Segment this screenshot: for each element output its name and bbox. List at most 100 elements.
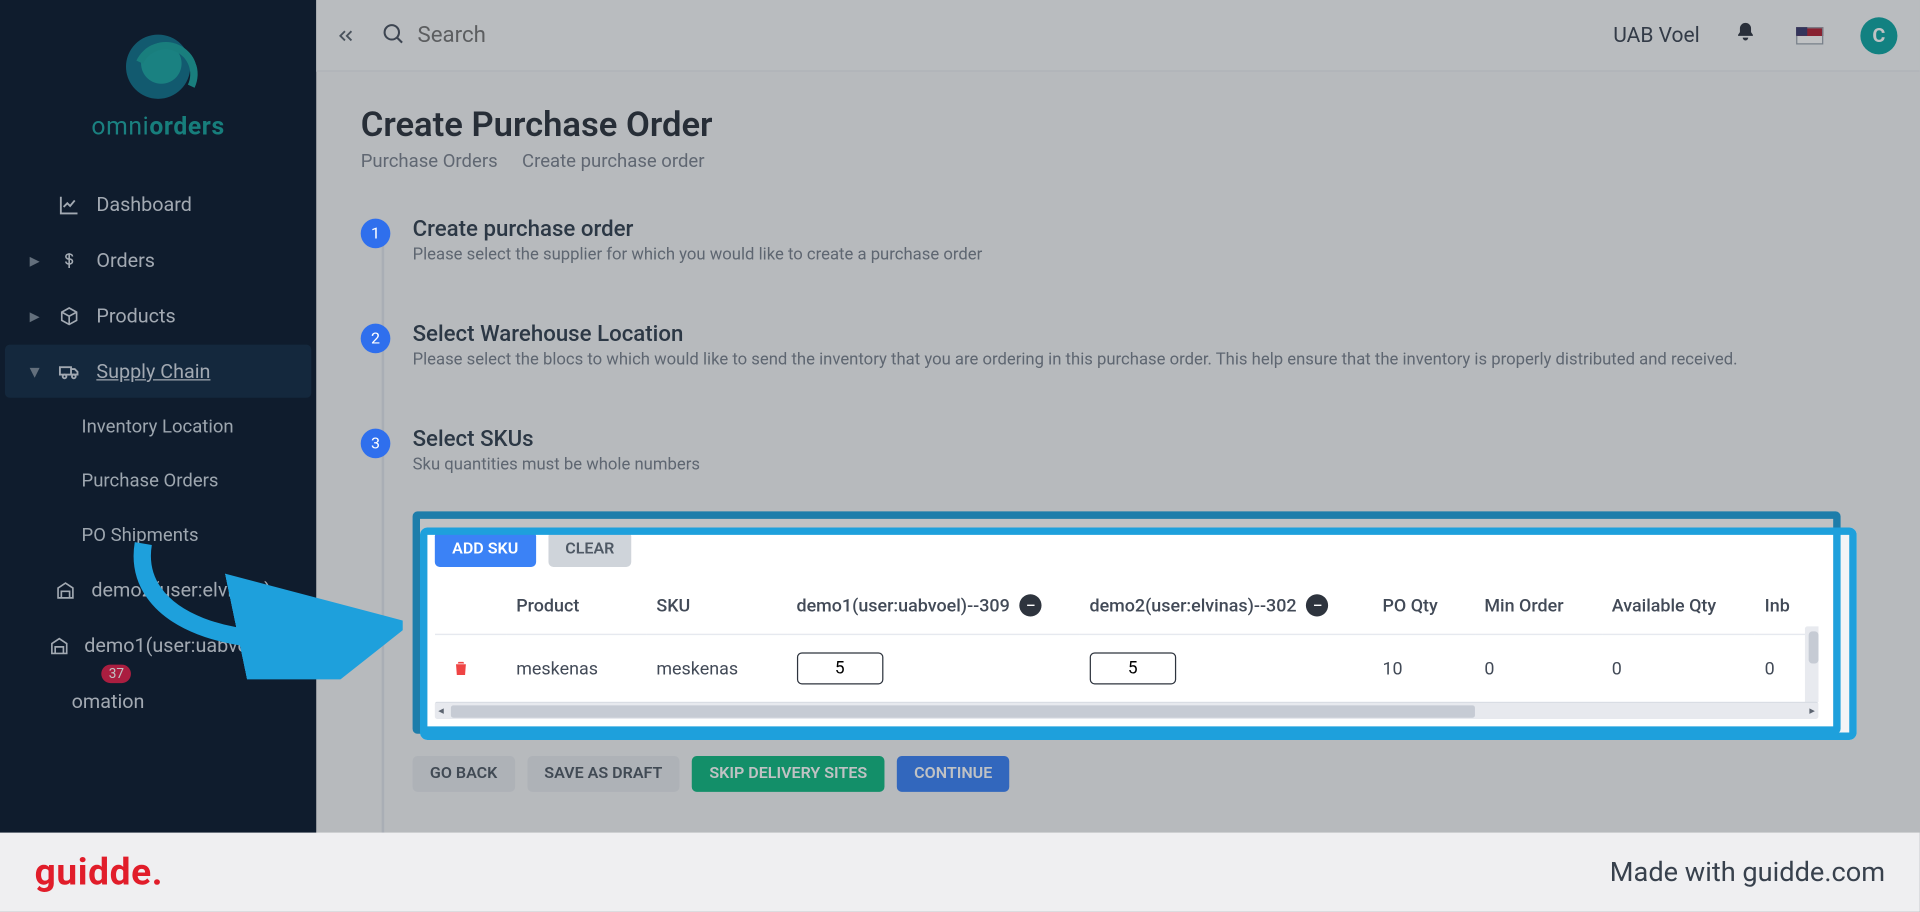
cell-poqty: 10 [1372, 634, 1474, 701]
sidebar-item-supply-chain[interactable]: ▾ Supply Chain [5, 345, 311, 398]
brand-text: omniorders [91, 111, 224, 141]
cell-sku: meskenas [646, 634, 786, 701]
th-delete [435, 577, 506, 634]
continue-button[interactable]: CONTINUE [897, 756, 1010, 792]
page-title: Create Purchase Order [361, 104, 1875, 145]
stepper: 1 Create purchase order Please select th… [361, 216, 1875, 840]
th-loc2: demo2(user:elvinas)--302– [1079, 577, 1372, 634]
sidebar-item-label: Dashboard [96, 193, 192, 216]
sidebar-item-label: omation [72, 689, 145, 712]
sku-table-scroll[interactable]: Product SKU demo1(user:uabvoel)--309– de… [435, 577, 1819, 702]
step-body: Select SKUs Sku quantities must be whole… [413, 426, 1876, 792]
sku-table-card: ADD SKU CLEAR [413, 512, 1841, 734]
sidebar-item-label: Inventory Location [82, 415, 234, 437]
go-back-button[interactable]: GO BACK [413, 756, 515, 792]
locale-flag-icon[interactable] [1796, 27, 1823, 44]
sidebar-item-demo2[interactable]: demo2(user:elvinas)... [5, 563, 311, 616]
delete-row-button[interactable] [445, 652, 477, 684]
main: UAB Voel C Create Purchase Order Purchas… [316, 0, 1919, 840]
breadcrumb-item[interactable]: Purchase Orders [361, 150, 498, 172]
step-number: 2 [361, 324, 391, 354]
table-row: meskenas meskenas 10 0 0 0 [435, 634, 1819, 701]
step-title: Select SKUs [413, 426, 1876, 452]
page-content: Create Purchase Order Purchase Orders Cr… [316, 72, 1919, 840]
step-2: 2 Select Warehouse Location Please selec… [361, 321, 1875, 369]
chart-line-icon [57, 193, 82, 215]
sidebar-collapse-button[interactable] [326, 15, 366, 55]
user-avatar[interactable]: C [1860, 17, 1897, 54]
th-loc1: demo1(user:uabvoel)--309– [786, 577, 1079, 634]
caret-right-icon: ▸ [30, 304, 42, 327]
horizontal-scrollbar[interactable]: ◂ ▸ [435, 702, 1819, 719]
sidebar-item-label: PO Shipments [82, 524, 199, 546]
remove-column-icon[interactable]: – [1306, 594, 1328, 616]
th-minorder: Min Order [1474, 577, 1601, 634]
sidebar-item-demo1[interactable]: demo1(user:uabvoel)... [5, 619, 311, 672]
dot-icon: . [152, 851, 163, 894]
step-text: Create purchase order Please select the … [413, 216, 983, 264]
wizard-actions: GO BACK SAVE AS DRAFT SKIP DELIVERY SITE… [413, 756, 1876, 792]
breadcrumb-item: Create purchase order [522, 150, 704, 172]
guidde-logo: guidde. [35, 851, 164, 894]
notifications-button[interactable] [1734, 21, 1756, 49]
step-3: 3 Select SKUs Sku quantities must be who… [361, 426, 1875, 792]
caret-down-icon: ▾ [30, 359, 42, 382]
sidebar-item-label: Supply Chain [96, 359, 210, 382]
warehouse-icon [50, 636, 70, 656]
warehouse-icon [55, 580, 76, 600]
scroll-right-icon[interactable]: ▸ [1805, 703, 1820, 720]
sidebar-item-label: demo1(user:uabvoel)... [84, 634, 286, 657]
step-1: 1 Create purchase order Please select th… [361, 216, 1875, 264]
made-with-text: Made with guidde.com [1610, 857, 1885, 888]
brand-logo-icon [126, 35, 190, 99]
guidde-footer: guidde. Made with guidde.com [0, 833, 1920, 912]
sidebar-sub-po-shipments[interactable]: PO Shipments [5, 509, 311, 561]
sidebar-item-automation[interactable]: omation 37 [5, 674, 311, 727]
step-title: Select Warehouse Location [413, 321, 1738, 347]
skip-delivery-button[interactable]: SKIP DELIVERY SITES [692, 756, 884, 792]
guidde-brand-text: guidde [35, 851, 152, 894]
step-subtitle: Please select the supplier for which you… [413, 245, 983, 265]
cell-minorder: 0 [1474, 634, 1601, 701]
sidebar-item-products[interactable]: ▸ Products [5, 289, 311, 342]
dollar-icon [57, 250, 82, 270]
qty-input-loc2[interactable] [1089, 652, 1175, 684]
sidebar-sub-inventory-location[interactable]: Inventory Location [5, 400, 311, 452]
th-label: demo1(user:uabvoel)--309 [796, 595, 1009, 616]
scroll-thumb[interactable] [451, 705, 1475, 717]
step-number: 1 [361, 219, 391, 249]
th-label: demo2(user:elvinas)--302 [1089, 595, 1296, 616]
truck-icon [57, 360, 82, 382]
save-draft-button[interactable]: SAVE AS DRAFT [527, 756, 680, 792]
step-text: Select Warehouse Location Please select … [413, 321, 1738, 369]
th-sku: SKU [646, 577, 786, 634]
org-name[interactable]: UAB Voel [1613, 23, 1700, 48]
qty-input-loc1[interactable] [796, 652, 882, 684]
scroll-thumb[interactable] [1808, 631, 1818, 663]
scroll-left-icon[interactable]: ◂ [434, 703, 449, 720]
sidebar-item-label: demo2(user:elvinas)... [91, 578, 286, 601]
th-available: Available Qty [1602, 577, 1755, 634]
table-header-row: Product SKU demo1(user:uabvoel)--309– de… [435, 577, 1819, 634]
add-sku-button[interactable]: ADD SKU [435, 531, 536, 567]
topbar: UAB Voel C [316, 0, 1919, 72]
breadcrumb: Purchase Orders Create purchase order [361, 150, 1875, 172]
sidebar-item-label: Orders [96, 248, 155, 271]
sidebar: omniorders Dashboard ▸ Orders [0, 0, 316, 840]
step-subtitle: Sku quantities must be whole numbers [413, 455, 1797, 475]
sidebar-sub-purchase-orders[interactable]: Purchase Orders [5, 455, 311, 507]
clear-skus-button[interactable]: CLEAR [548, 531, 632, 567]
sidebar-item-orders[interactable]: ▸ Orders [5, 233, 311, 286]
cell-product: meskenas [506, 634, 646, 701]
th-product: Product [506, 577, 646, 634]
search-input[interactable] [418, 22, 764, 48]
brand-pre: omni [91, 111, 149, 141]
step-subtitle: Please select the blocs to which would l… [413, 350, 1738, 370]
sidebar-item-dashboard[interactable]: Dashboard [5, 178, 311, 231]
cell-available: 0 [1602, 634, 1755, 701]
sidebar-item-label: Purchase Orders [82, 469, 219, 491]
badge-count: 37 [101, 665, 131, 684]
remove-column-icon[interactable]: – [1020, 594, 1042, 616]
cube-icon [57, 306, 82, 326]
vertical-scrollbar[interactable] [1805, 626, 1819, 701]
